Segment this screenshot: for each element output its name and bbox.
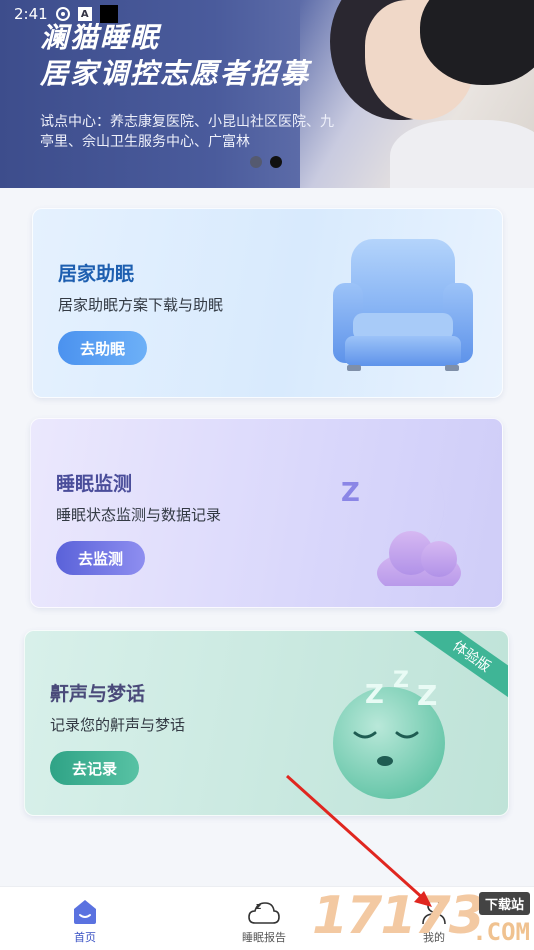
site-watermark: 17173 下载站 .COM: [312, 886, 534, 950]
carousel-dot[interactable]: [250, 156, 262, 168]
home-icon: [74, 900, 96, 924]
card-title: 鼾声与梦话: [50, 683, 146, 705]
card-description: 记录您的鼾声与梦话: [50, 716, 186, 734]
sleep-monitor-card[interactable]: 睡眠监测 睡眠状态监测与数据记录 去监测 Z: [30, 418, 503, 608]
nav-label: 睡眠报告: [242, 931, 286, 944]
carousel-dot-active[interactable]: [270, 156, 282, 168]
settings-icon: [55, 7, 70, 21]
go-sleep-aid-button[interactable]: 去助眠: [58, 331, 148, 365]
card-description: 居家助眠方案下载与助眠: [58, 296, 224, 314]
app-notification-icon: A: [77, 7, 92, 21]
watermark-badge: 下载站: [478, 892, 530, 915]
svg-text:z: z: [256, 902, 261, 912]
card-title: 居家助眠: [58, 263, 135, 285]
svg-text:Z: Z: [341, 478, 360, 508]
card-description: 睡眠状态监测与数据记录: [56, 506, 222, 524]
nav-item-home[interactable]: 首页: [70, 897, 100, 945]
banner-subtitle: 试点中心：养志康复医院、小昆山社区医院、九亭里、佘山卫生服务中心、广富林: [40, 114, 334, 150]
nav-label: 首页: [74, 931, 96, 944]
nav-item-sleep-report[interactable]: z 睡眠报告: [242, 897, 286, 945]
snore-sleeptalk-card[interactable]: 体验版 鼾声与梦话 记录您的鼾声与梦话 去记录 Z Z Z: [24, 630, 509, 816]
svg-text:Z: Z: [365, 680, 384, 710]
promo-banner[interactable]: 2:41 A 澜猫睡眠 居家调控志愿者招募 试点中心：养志康复医院、小昆山社区医…: [0, 0, 534, 188]
svg-text:Z: Z: [393, 668, 409, 693]
banner-title: 澜猫睡眠 居家调控志愿者招募: [40, 21, 311, 90]
svg-text:Z: Z: [417, 679, 437, 712]
go-record-button[interactable]: 去记录: [50, 751, 140, 785]
watermark-digits: 17173: [312, 886, 485, 946]
moon-cloud-icon: Z: [341, 451, 461, 586]
sleep-report-icon: z: [248, 902, 280, 924]
go-monitor-button[interactable]: 去监测: [56, 541, 146, 575]
armchair-icon: [333, 239, 473, 371]
watermark-suffix: .COM: [472, 918, 530, 946]
home-sleep-aid-card[interactable]: 居家助眠 居家助眠方案下载与助眠 去助眠: [32, 208, 503, 398]
sleeping-face-icon: Z Z Z: [333, 668, 445, 799]
carousel-indicator[interactable]: [250, 156, 282, 168]
card-title: 睡眠监测: [56, 473, 133, 495]
